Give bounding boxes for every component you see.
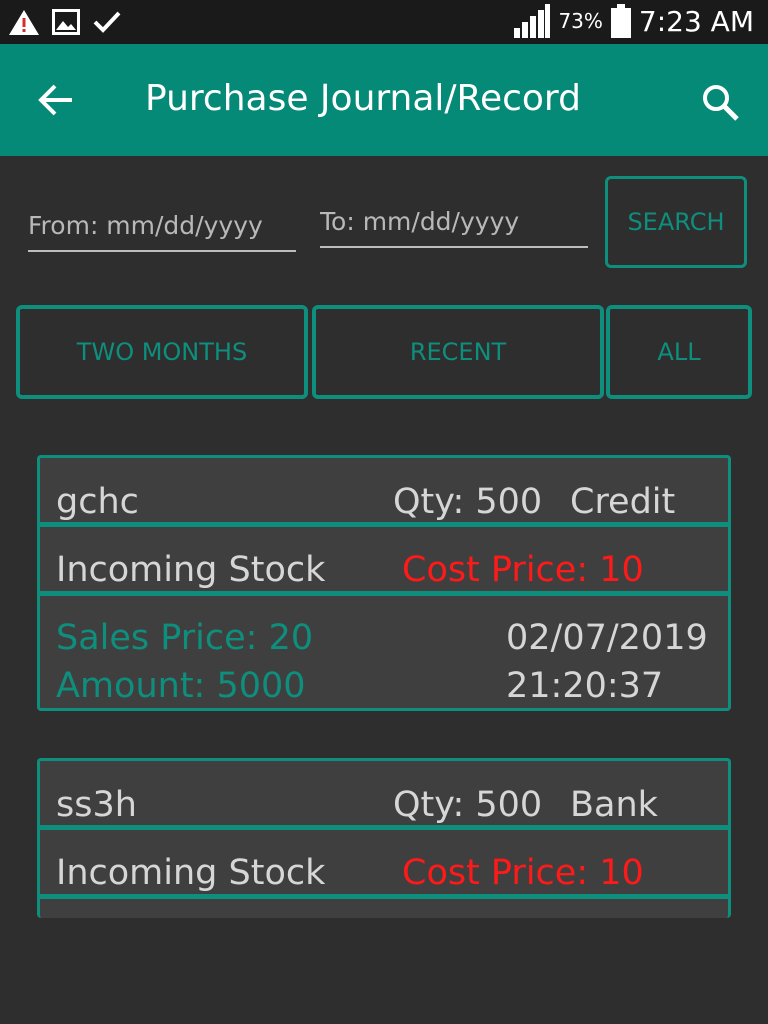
record-type: Incoming Stock — [56, 853, 326, 893]
record-name: ss3h — [56, 785, 137, 825]
from-date-input[interactable] — [28, 200, 296, 252]
status-notifications — [8, 8, 122, 36]
back-arrow-icon[interactable] — [36, 80, 76, 120]
to-date-input[interactable] — [320, 196, 588, 248]
record-payment: Credit — [570, 482, 676, 522]
battery-percent: 73% — [558, 9, 603, 33]
status-bar: 73% 7:23 AM — [0, 0, 768, 44]
row-divider — [40, 825, 728, 830]
app-bar: Purchase Journal/Record — [0, 44, 768, 156]
record-qty: Qty: 500 — [393, 785, 543, 825]
warning-icon — [9, 10, 39, 35]
clock: 7:23 AM — [638, 4, 754, 38]
page-title: Purchase Journal/Record — [145, 78, 581, 119]
record-cost-price: Cost Price: 10 — [402, 853, 644, 893]
signal-icon — [514, 4, 551, 38]
record-card[interactable]: gchc Qty: 500 Credit Incoming Stock Cost… — [37, 455, 731, 711]
row-divider — [40, 591, 728, 596]
image-icon — [52, 9, 80, 35]
record-card[interactable]: ss3h Qty: 500 Bank Incoming Stock Cost P… — [37, 758, 731, 918]
search-button[interactable]: SEARCH — [605, 176, 747, 268]
battery-icon — [610, 4, 631, 38]
recent-button[interactable]: RECENT — [312, 305, 604, 399]
record-payment: Bank — [570, 785, 658, 825]
record-type: Incoming Stock — [56, 550, 326, 590]
record-qty: Qty: 500 — [393, 482, 543, 522]
status-system: 73% 7:23 AM — [514, 4, 754, 38]
row-divider — [40, 894, 728, 899]
check-icon — [93, 11, 121, 33]
record-cost-price: Cost Price: 10 — [402, 550, 644, 590]
record-date: 02/07/2019 — [506, 618, 708, 658]
row-divider — [40, 522, 728, 527]
record-sales-price: Sales Price: 20 — [56, 618, 314, 658]
all-button[interactable]: ALL — [606, 305, 752, 399]
record-time: 21:20:37 — [506, 666, 664, 706]
record-name: gchc — [56, 482, 139, 522]
two-months-button[interactable]: TWO MONTHS — [16, 305, 308, 399]
search-icon[interactable] — [700, 82, 740, 122]
record-amount: Amount: 5000 — [56, 666, 306, 706]
